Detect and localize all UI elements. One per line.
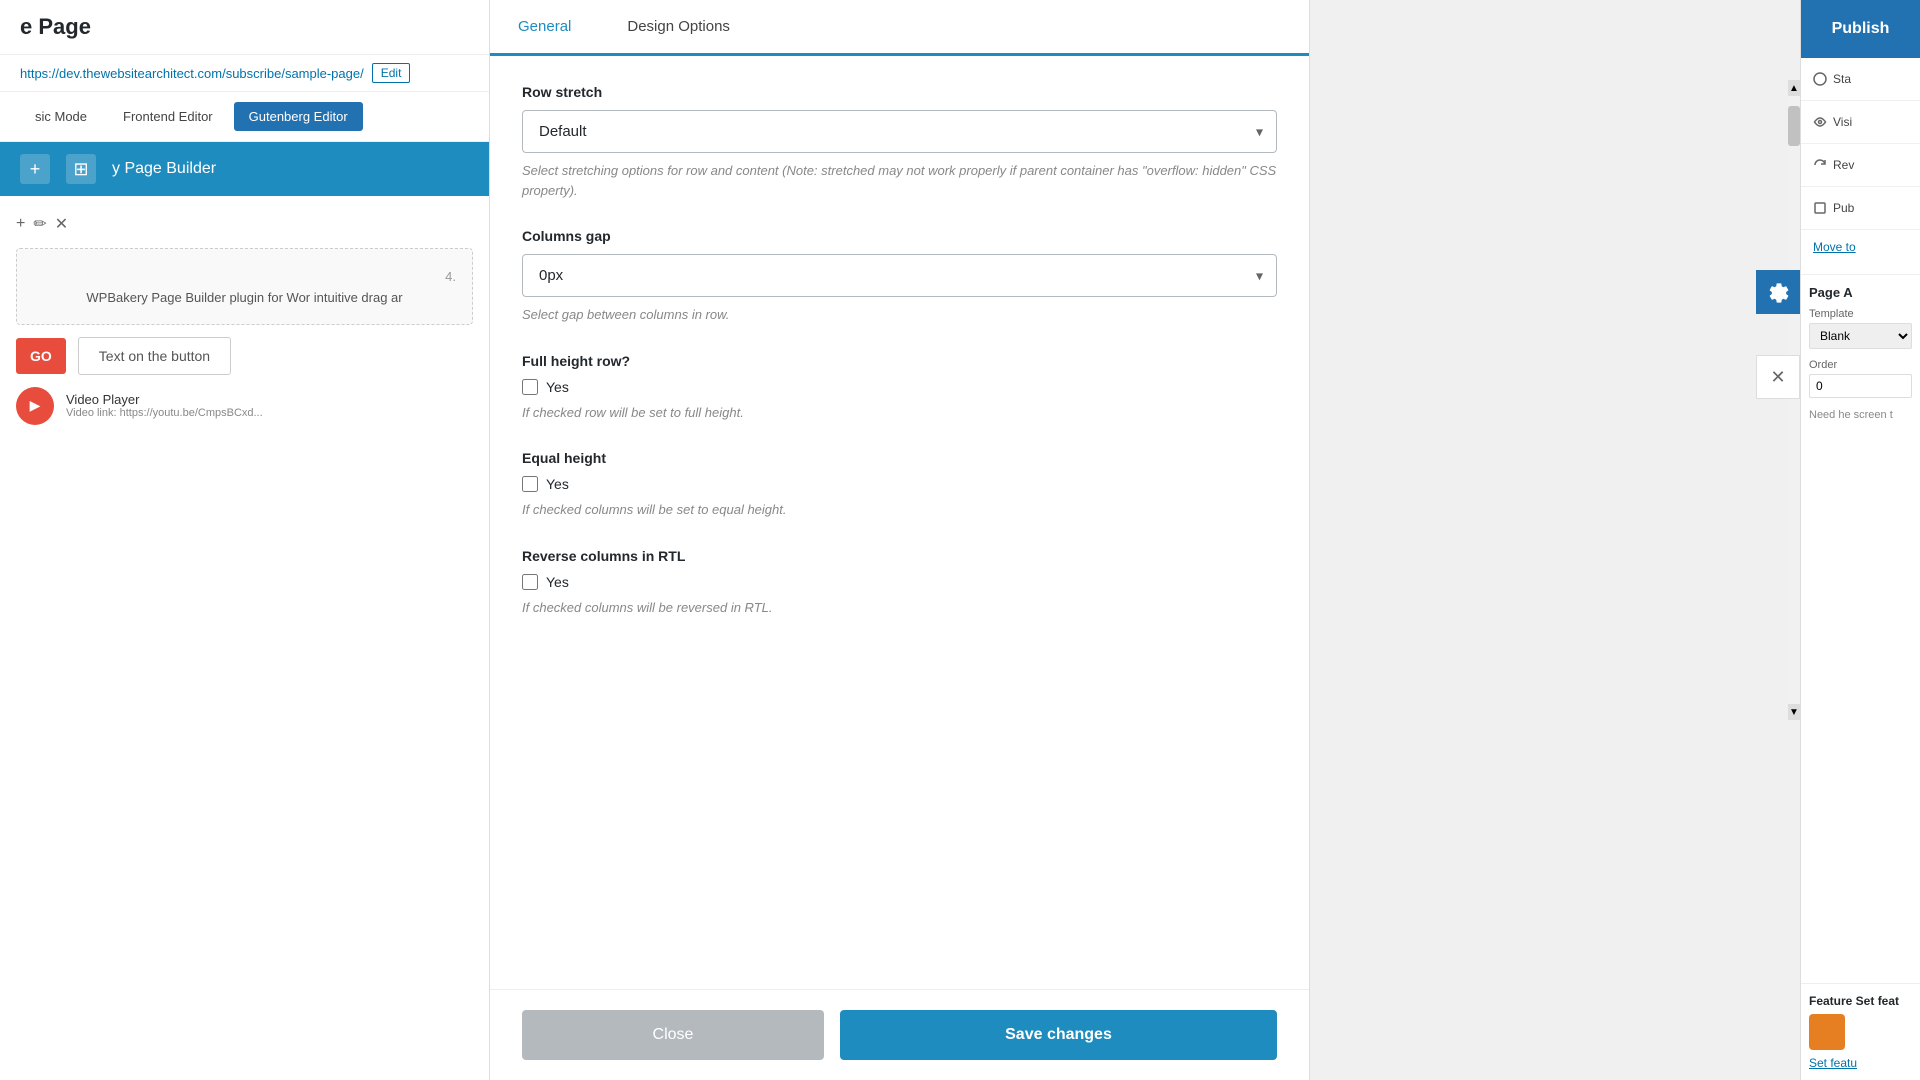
save-changes-button[interactable]: Save changes (840, 1010, 1277, 1060)
full-height-row-checkbox-label[interactable]: Yes (546, 379, 569, 395)
reverse-columns-rtl-checkbox-label[interactable]: Yes (546, 574, 569, 590)
row-stretch-hint: Select stretching options for row and co… (522, 161, 1277, 200)
content-text: WPBakery Page Builder plugin for Wor int… (33, 288, 456, 308)
modal-footer: Close Save changes (490, 989, 1309, 1080)
full-height-row-label: Full height row? (522, 353, 1277, 369)
publish-button[interactable]: Publish (1801, 0, 1920, 58)
sidebar-item-visibility-label: Visi (1833, 115, 1852, 129)
close-button[interactable]: Close (522, 1010, 824, 1060)
reverse-columns-rtl-checkbox-row: Yes (522, 574, 1277, 590)
video-info: Video Player Video link: https://youtu.b… (66, 392, 263, 419)
row-stretch-label: Row stretch (522, 84, 1277, 100)
tab-classic[interactable]: sic Mode (20, 102, 102, 131)
page-attr-note: Need he screen t (1809, 408, 1912, 423)
columns-gap-select-wrapper: 0px 5px 10px 15px 20px 35px ▾ (522, 254, 1277, 297)
left-panel: e Page https://dev.thewebsitearchitect.c… (0, 0, 490, 1080)
sidebar-item-published[interactable]: Pub (1801, 187, 1920, 230)
gear-button[interactable] (1756, 270, 1800, 314)
columns-gap-hint: Select gap between columns in row. (522, 305, 1277, 325)
equal-height-checkbox[interactable] (522, 476, 538, 492)
order-field: Order 0 (1809, 359, 1912, 398)
template-field: Template Blank (1809, 308, 1912, 349)
modal-tabs: General Design Options (490, 0, 1309, 56)
right-panel: Publish Sta Visi Rev Pub Move to Page A … (1800, 0, 1920, 1080)
video-row: ▶ Video Player Video link: https://youtu… (16, 387, 473, 425)
sidebar-item-status[interactable]: Sta (1801, 58, 1920, 101)
reverse-columns-rtl-label: Reverse columns in RTL (522, 548, 1277, 564)
equal-height-checkbox-row: Yes (522, 476, 1277, 492)
url-bar: https://dev.thewebsitearchitect.com/subs… (0, 55, 489, 92)
builder-canvas: + ✏ ✕ 4. WPBakery Page Builder plugin fo… (0, 196, 489, 447)
equal-height-group: Equal height Yes If checked columns will… (522, 450, 1277, 520)
equal-height-checkbox-label[interactable]: Yes (546, 476, 569, 492)
columns-gap-label: Columns gap (522, 228, 1277, 244)
full-height-row-group: Full height row? Yes If checked row will… (522, 353, 1277, 423)
scroll-up-button[interactable]: ▲ (1788, 80, 1800, 96)
sidebar-item-visibility[interactable]: Visi (1801, 101, 1920, 144)
equal-height-label: Equal height (522, 450, 1277, 466)
tab-general[interactable]: General (490, 0, 599, 56)
full-height-row-hint: If checked row will be set to full heigh… (522, 403, 1277, 423)
sidebar-icon-list: Sta Visi Rev Pub (1801, 58, 1920, 230)
template-select[interactable]: Blank (1809, 323, 1912, 349)
number-badge: 4. (33, 265, 456, 288)
video-play-button[interactable]: ▶ (16, 387, 54, 425)
feature-set-title: Feature Set feat (1809, 994, 1912, 1008)
template-label: Template (1809, 308, 1912, 320)
video-link: Video link: https://youtu.be/CmpsBCxd... (66, 407, 263, 419)
page-url[interactable]: https://dev.thewebsitearchitect.com/subs… (20, 66, 364, 81)
feature-set-icon (1809, 1014, 1845, 1050)
go-button[interactable]: GO (16, 338, 66, 374)
editor-tabs: sic Mode Frontend Editor Gutenberg Edito… (0, 92, 489, 142)
modal-scrollbar: ▲ ▼ (1788, 80, 1800, 720)
sidebar-item-revisions[interactable]: Rev (1801, 144, 1920, 187)
page-attributes-title: Page A (1809, 285, 1912, 300)
builder-title: y Page Builder (112, 160, 216, 178)
video-title: Video Player (66, 392, 263, 407)
add-element-button[interactable]: + (16, 215, 25, 233)
tab-frontend[interactable]: Frontend Editor (108, 102, 228, 131)
content-block: 4. WPBakery Page Builder plugin for Wor … (16, 248, 473, 325)
row-stretch-select[interactable]: Default Stretch row Stretch row and cont… (522, 110, 1277, 153)
scroll-down-button[interactable]: ▼ (1788, 704, 1800, 720)
move-to-link[interactable]: Move to (1801, 230, 1920, 264)
full-height-row-checkbox[interactable] (522, 379, 538, 395)
text-on-button: Text on the button (78, 337, 231, 375)
sidebar-item-published-label: Pub (1833, 201, 1854, 215)
delete-row-button[interactable]: ✕ (55, 214, 68, 234)
panel-close-button[interactable]: ✕ (1756, 355, 1800, 399)
button-row: GO Text on the button (16, 337, 473, 375)
row-stretch-select-wrapper: Default Stretch row Stretch row and cont… (522, 110, 1277, 153)
edit-button[interactable]: Edit (372, 63, 411, 83)
columns-gap-group: Columns gap 0px 5px 10px 15px 20px 35px … (522, 228, 1277, 325)
page-title-bar: e Page (0, 0, 489, 55)
reverse-columns-rtl-hint: If checked columns will be reversed in R… (522, 598, 1277, 618)
reverse-columns-rtl-group: Reverse columns in RTL Yes If checked co… (522, 548, 1277, 618)
builder-header: + ⊞ y Page Builder (0, 142, 489, 196)
order-input[interactable]: 0 (1809, 374, 1912, 398)
close-x-icon: ✕ (1770, 367, 1785, 388)
modal-panel: General Design Options Row stretch Defau… (490, 0, 1310, 1080)
sidebar-item-revisions-label: Rev (1833, 158, 1854, 172)
page-title: e Page (20, 14, 469, 40)
tab-gutenberg[interactable]: Gutenberg Editor (234, 102, 363, 131)
feature-set-link[interactable]: Set featu (1809, 1056, 1912, 1070)
layout-button[interactable]: ⊞ (66, 154, 96, 184)
scrollbar-thumb[interactable] (1788, 106, 1800, 146)
row-stretch-group: Row stretch Default Stretch row Stretch … (522, 84, 1277, 200)
full-height-row-checkbox-row: Yes (522, 379, 1277, 395)
tab-design-options[interactable]: Design Options (599, 0, 758, 53)
sidebar-item-status-label: Sta (1833, 72, 1851, 86)
reverse-columns-rtl-checkbox[interactable] (522, 574, 538, 590)
columns-gap-select[interactable]: 0px 5px 10px 15px 20px 35px (522, 254, 1277, 297)
modal-body: Row stretch Default Stretch row Stretch … (490, 56, 1309, 989)
add-row-button[interactable]: + (20, 154, 50, 184)
edit-row-button[interactable]: ✏ (33, 214, 46, 234)
equal-height-hint: If checked columns will be set to equal … (522, 500, 1277, 520)
order-label: Order (1809, 359, 1912, 371)
row-controls: + ✏ ✕ (16, 208, 473, 240)
